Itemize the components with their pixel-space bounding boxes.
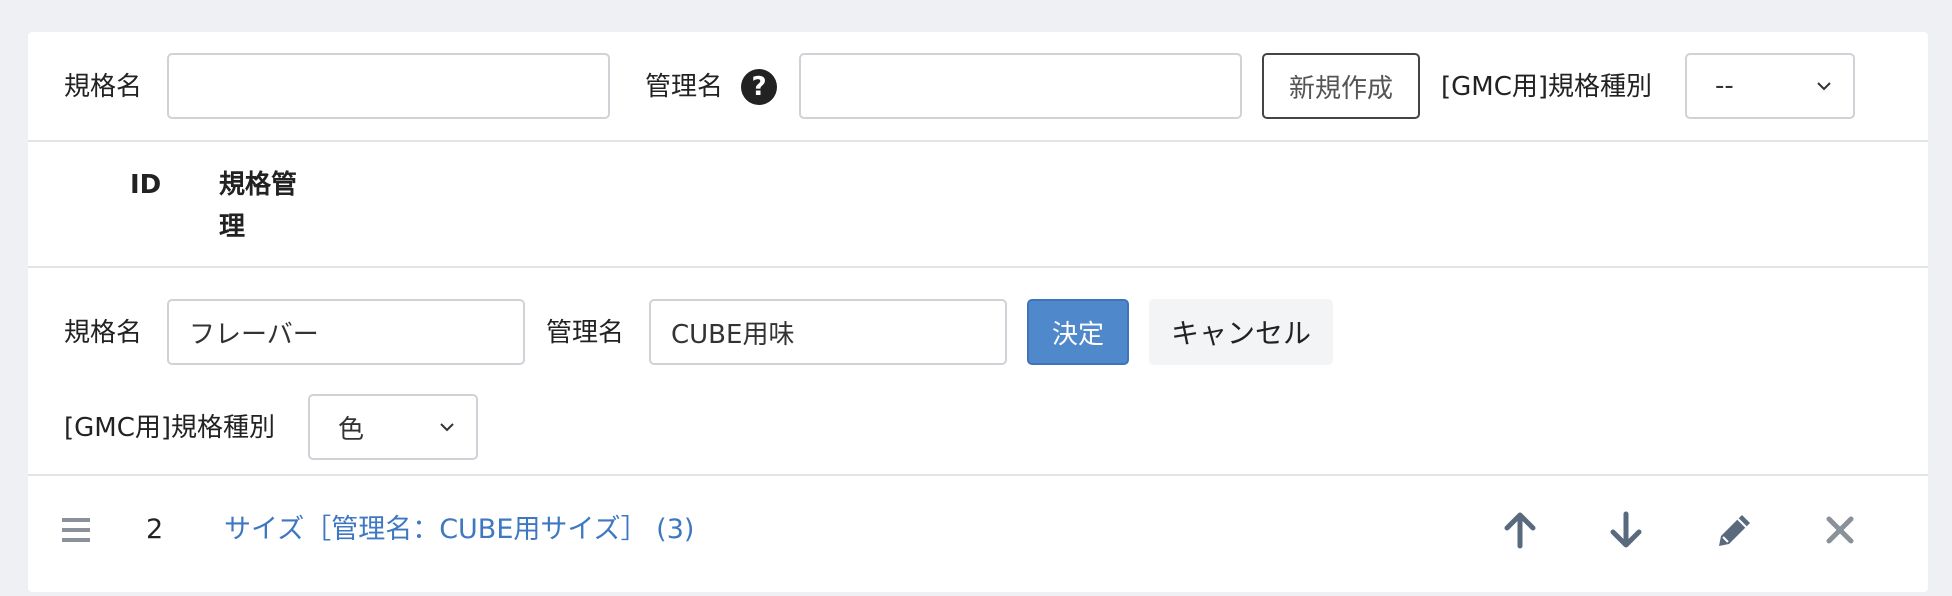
delete-button[interactable] (1816, 506, 1864, 554)
gmc-type-label: [GMC用]規格種別 (1441, 72, 1653, 102)
edit-admin-name-input[interactable] (649, 299, 1007, 365)
admin-name-label: 管理名 (645, 72, 724, 102)
spec-management-card: 規格名 管理名 ? 新規作成 [GMC用]規格種別 -- ID 規格管理 規格名… (28, 32, 1928, 592)
edit-gmc-type-selected: 色 (338, 414, 365, 445)
move-down-button[interactable] (1602, 506, 1650, 554)
edit-button[interactable] (1711, 506, 1759, 554)
col-spec-admin-header: 規格管理 (219, 170, 298, 242)
spec-name-input[interactable] (167, 53, 610, 119)
edit-admin-name-label: 管理名 (546, 318, 625, 348)
arrow-up-icon (1504, 512, 1536, 549)
table-header: ID 規格管理 (28, 142, 1928, 268)
close-icon (1826, 516, 1854, 544)
cancel-button[interactable]: キャンセル (1149, 299, 1333, 365)
edit-form-row: 規格名 管理名 決定 キャンセル [GMC用]規格種別 色 (28, 268, 1928, 476)
drag-handle-icon[interactable] (62, 517, 90, 543)
create-form-row: 規格名 管理名 ? 新規作成 [GMC用]規格種別 -- (28, 32, 1928, 142)
gmc-type-selected: -- (1715, 71, 1734, 101)
edit-spec-name-label: 規格名 (64, 318, 143, 348)
help-icon[interactable]: ? (741, 69, 777, 105)
edit-gmc-type-select[interactable]: 色 (308, 394, 478, 460)
chevron-down-icon (440, 423, 454, 432)
edit-gmc-type-label: [GMC用]規格種別 (64, 413, 276, 443)
chevron-down-icon (1817, 82, 1831, 91)
move-up-button[interactable] (1496, 506, 1544, 554)
col-id-header: ID (130, 170, 162, 200)
gmc-type-select[interactable]: -- (1685, 53, 1855, 119)
item-spec-link[interactable]: サイズ［管理名：CUBE用サイズ］ (3) (224, 514, 694, 546)
edit-spec-name-input[interactable] (167, 299, 525, 365)
new-create-button[interactable]: 新規作成 (1262, 53, 1420, 119)
pencil-icon (1719, 515, 1750, 546)
list-item: 2 サイズ［管理名：CUBE用サイズ］ (3) (28, 476, 1928, 596)
arrow-down-icon (1610, 511, 1642, 548)
spec-name-label: 規格名 (64, 72, 143, 102)
item-id: 2 (146, 514, 164, 545)
admin-name-input[interactable] (799, 53, 1242, 119)
confirm-button[interactable]: 決定 (1027, 299, 1129, 365)
